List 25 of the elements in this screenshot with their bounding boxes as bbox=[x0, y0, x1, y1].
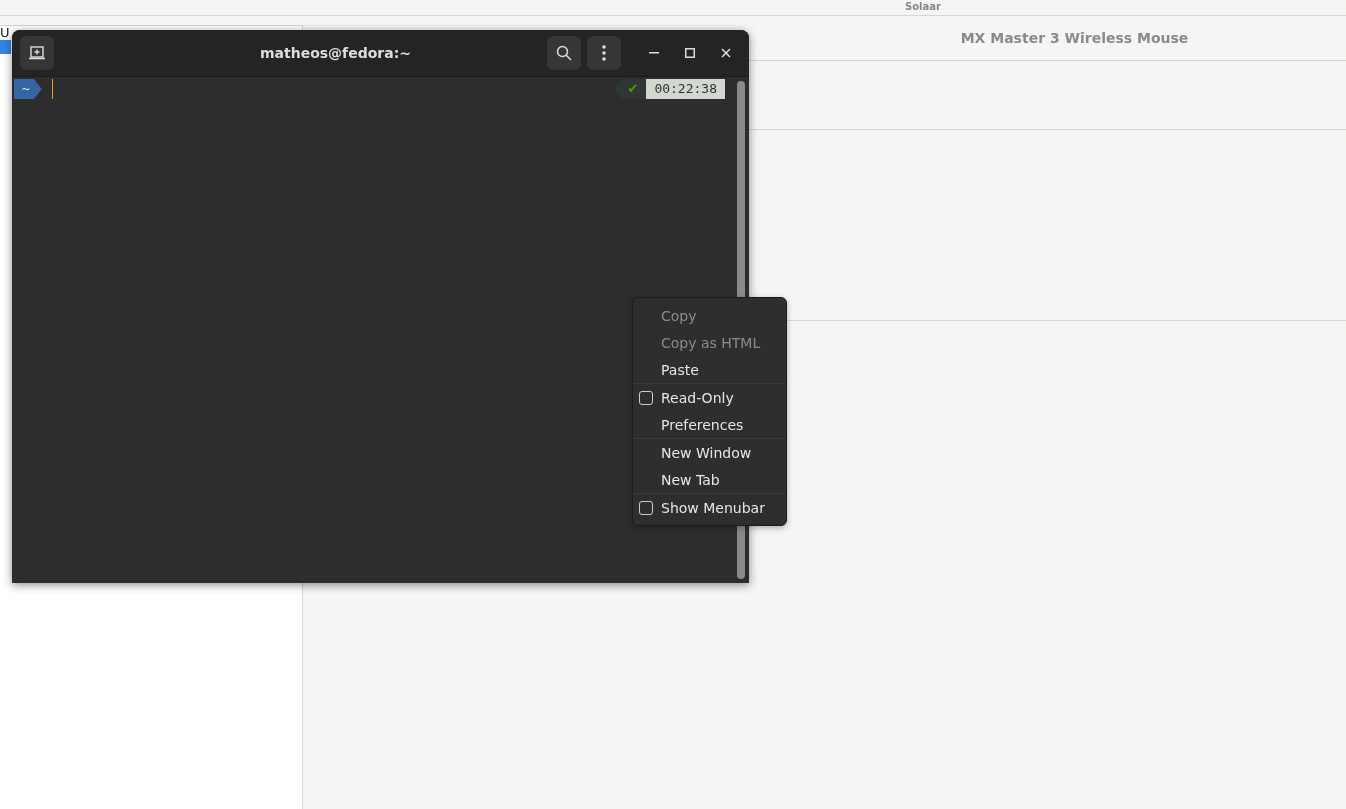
sidebar-item[interactable]: U bbox=[0, 26, 11, 40]
checkbox[interactable] bbox=[639, 500, 653, 515]
menu-button[interactable] bbox=[587, 36, 621, 70]
menu-item[interactable]: Show Menubar bbox=[633, 494, 786, 521]
menu-item[interactable]: New Tab bbox=[633, 466, 786, 493]
status-mark: ✔ bbox=[613, 79, 647, 99]
prompt-directory: ~ bbox=[14, 79, 42, 99]
menu-item[interactable]: Paste bbox=[633, 356, 786, 383]
device-title: MX Master 3 Wireless Mouse bbox=[960, 30, 1189, 46]
menu-item[interactable]: New Window bbox=[633, 439, 786, 466]
text-cursor bbox=[51, 79, 53, 99]
checkbox[interactable] bbox=[639, 390, 653, 405]
menu-item[interactable]: Preferences bbox=[633, 411, 786, 438]
maximize-icon bbox=[685, 48, 695, 58]
minimize-icon bbox=[649, 52, 659, 54]
window-title: matheos@fedora:~ bbox=[258, 45, 412, 61]
search-button[interactable] bbox=[547, 36, 581, 70]
header-text: Solaar bbox=[905, 0, 941, 14]
close-icon bbox=[721, 48, 731, 58]
menu-item[interactable]: Read-Only bbox=[633, 384, 786, 411]
new-tab-icon bbox=[29, 46, 45, 60]
menu-icon bbox=[602, 45, 606, 61]
new-tab-button[interactable] bbox=[20, 36, 54, 70]
search-icon bbox=[556, 45, 572, 61]
prompt-time: 00:22:38 bbox=[646, 79, 725, 99]
